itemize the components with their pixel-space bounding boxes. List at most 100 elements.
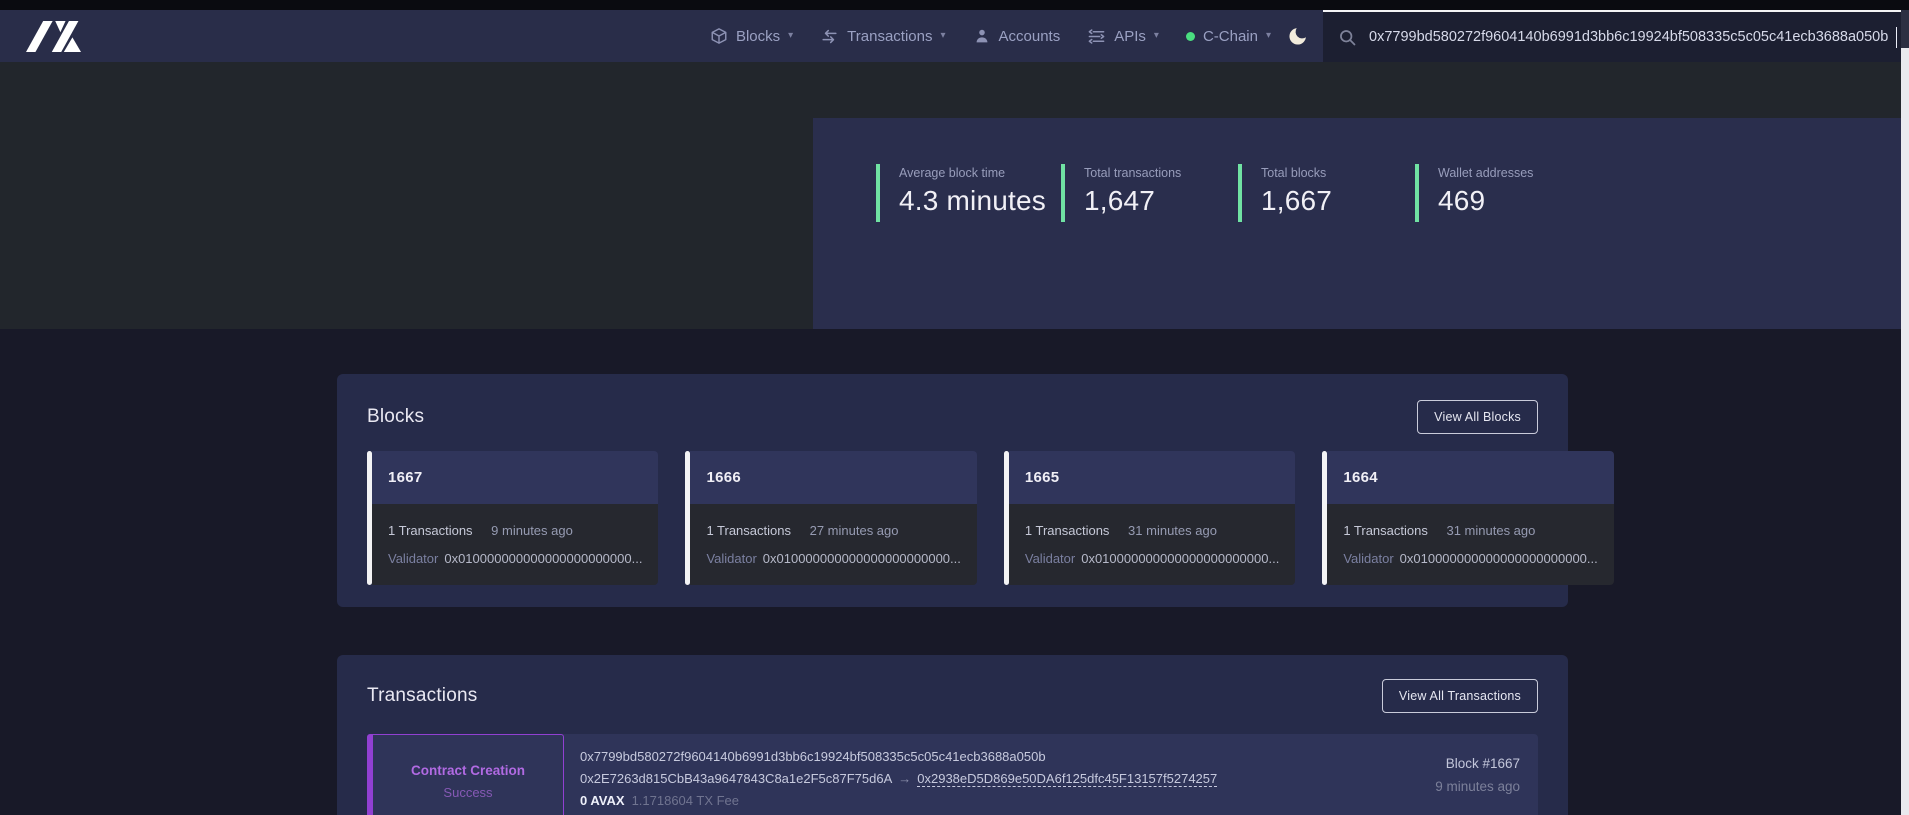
block-number[interactable]: 1664 bbox=[1343, 469, 1378, 486]
transaction-timestamp: 9 minutes ago bbox=[1435, 779, 1520, 794]
nav-item-accounts[interactable]: Accounts bbox=[973, 27, 1061, 45]
navbar: Blocks Transactions Accounts bbox=[0, 10, 1909, 62]
nav-item-transactions[interactable]: Transactions bbox=[820, 27, 945, 46]
chevron-down-icon bbox=[1266, 31, 1271, 41]
block-card[interactable]: 1664 1 Transactions 31 minutes ago Valid… bbox=[1322, 451, 1613, 585]
validator-label: Validator bbox=[388, 551, 438, 566]
scrollbar-thumb[interactable] bbox=[1901, 10, 1909, 48]
scrollbar-track[interactable] bbox=[1901, 10, 1909, 815]
transaction-block-info: Block #1667 9 minutes ago bbox=[1435, 734, 1538, 815]
block-tx-count: 1 Transactions bbox=[388, 523, 473, 538]
nav-item-label: Accounts bbox=[999, 28, 1061, 45]
nav-item-label: Transactions bbox=[847, 28, 932, 45]
cube-icon bbox=[710, 27, 728, 45]
block-card[interactable]: 1667 1 Transactions 9 minutes ago Valida… bbox=[367, 451, 658, 585]
transaction-status-badge: Success bbox=[443, 785, 492, 800]
block-card-body: 1 Transactions 9 minutes ago Validator 0x… bbox=[372, 504, 658, 585]
block-number[interactable]: 1665 bbox=[1025, 469, 1060, 486]
search-input[interactable] bbox=[1369, 29, 1895, 45]
block-card-inner: 1667 1 Transactions 9 minutes ago Valida… bbox=[372, 451, 658, 585]
nav-item-chain-selector[interactable]: C-Chain bbox=[1186, 28, 1271, 45]
search-bar[interactable] bbox=[1323, 10, 1909, 62]
stat-value: 469 bbox=[1438, 185, 1533, 217]
avalanche-logo bbox=[26, 20, 81, 53]
network-stats-panel: Average block time 4.3 minutes Total tra… bbox=[813, 118, 1909, 329]
validator-label: Validator bbox=[706, 551, 756, 566]
block-tx-count: 1 Transactions bbox=[1343, 523, 1428, 538]
view-all-blocks-button[interactable]: View All Blocks bbox=[1417, 400, 1538, 434]
to-address-link[interactable]: 0x2938eD5D869e50DA6f125dfc45F13157f52742… bbox=[917, 771, 1217, 786]
block-link[interactable]: Block #1667 bbox=[1435, 756, 1520, 771]
block-card-body: 1 Transactions 27 minutes ago Validator 0… bbox=[690, 504, 976, 585]
validator-address[interactable]: 0x010000000000000000000000... bbox=[1081, 551, 1279, 566]
block-card-header: 1666 bbox=[690, 451, 976, 504]
block-timestamp: 9 minutes ago bbox=[491, 523, 573, 538]
chain-status-dot bbox=[1186, 32, 1195, 41]
block-card-header: 1664 bbox=[1327, 451, 1613, 504]
block-validator-line: Validator 0x010000000000000000000000... bbox=[706, 551, 960, 566]
top-strip bbox=[0, 0, 1909, 10]
validator-address[interactable]: 0x010000000000000000000000... bbox=[763, 551, 961, 566]
block-card-header: 1665 bbox=[1009, 451, 1295, 504]
chevron-down-icon bbox=[1154, 31, 1159, 41]
transaction-addresses-line: 0x2E7263d815CbB43a9647843C8a1e2F5c87F75d… bbox=[580, 771, 1217, 787]
block-validator-line: Validator 0x010000000000000000000000... bbox=[1343, 551, 1597, 566]
stat-value: 1,667 bbox=[1261, 185, 1332, 217]
block-card[interactable]: 1666 1 Transactions 27 minutes ago Valid… bbox=[685, 451, 976, 585]
transaction-fee: 1.1718604 TX Fee bbox=[632, 793, 739, 808]
person-icon bbox=[973, 27, 991, 45]
hero-section: Average block time 4.3 minutes Total tra… bbox=[0, 62, 1909, 329]
validator-address[interactable]: 0x010000000000000000000000... bbox=[1400, 551, 1598, 566]
nav-item-apis[interactable]: APIs bbox=[1087, 27, 1159, 46]
validator-label: Validator bbox=[1025, 551, 1075, 566]
validator-address[interactable]: 0x010000000000000000000000... bbox=[444, 551, 642, 566]
transaction-row[interactable]: Contract Creation Success 0x7799bd580272… bbox=[367, 734, 1538, 815]
nav-item-label: C-Chain bbox=[1203, 28, 1258, 45]
block-tx-count: 1 Transactions bbox=[1025, 523, 1110, 538]
api-lines-icon bbox=[1087, 27, 1106, 46]
block-validator-line: Validator 0x010000000000000000000000... bbox=[388, 551, 642, 566]
transaction-hash-link[interactable]: 0x7799bd580272f9604140b6991d3bb6c19924bf… bbox=[580, 749, 1046, 764]
block-card-body: 1 Transactions 31 minutes ago Validator 0… bbox=[1009, 504, 1295, 585]
transaction-value: 0 AVAX bbox=[580, 793, 625, 808]
view-all-transactions-button[interactable]: View All Transactions bbox=[1382, 679, 1538, 713]
transaction-value-line: 0 AVAX 1.1718604 TX Fee bbox=[580, 793, 1217, 809]
block-card-inner: 1664 1 Transactions 31 minutes ago Valid… bbox=[1327, 451, 1613, 585]
stat-total-blocks: Total blocks 1,667 bbox=[1238, 164, 1332, 222]
stat-total-transactions: Total transactions 1,647 bbox=[1061, 164, 1181, 222]
block-timestamp: 31 minutes ago bbox=[1446, 523, 1535, 538]
arrow-right-icon: → bbox=[898, 771, 911, 786]
stat-value: 1,647 bbox=[1084, 185, 1181, 217]
nav-item-label: APIs bbox=[1114, 28, 1146, 45]
chevron-down-icon bbox=[788, 31, 793, 41]
block-tx-line: 1 Transactions 31 minutes ago bbox=[1025, 523, 1279, 538]
stat-wallet-addresses: Wallet addresses 469 bbox=[1415, 164, 1533, 222]
theme-toggle-button[interactable] bbox=[1287, 25, 1309, 47]
blocks-section-title: Blocks bbox=[367, 406, 424, 428]
from-address-link[interactable]: 0x2E7263d815CbB43a9647843C8a1e2F5c87F75d… bbox=[580, 771, 892, 786]
moon-icon bbox=[1287, 25, 1309, 47]
nav-menu: Blocks Transactions Accounts bbox=[710, 27, 1271, 46]
stat-label: Total transactions bbox=[1084, 166, 1181, 180]
block-tx-line: 1 Transactions 9 minutes ago bbox=[388, 523, 642, 538]
nav-item-blocks[interactable]: Blocks bbox=[710, 27, 793, 45]
transactions-section-title: Transactions bbox=[367, 685, 477, 707]
validator-label: Validator bbox=[1343, 551, 1393, 566]
blocks-section: Blocks View All Blocks 1667 1 Transactio… bbox=[337, 374, 1568, 607]
stat-label: Average block time bbox=[899, 166, 1046, 180]
transfer-arrows-icon bbox=[820, 27, 839, 46]
block-card[interactable]: 1665 1 Transactions 31 minutes ago Valid… bbox=[1004, 451, 1295, 585]
block-tx-count: 1 Transactions bbox=[706, 523, 791, 538]
transactions-section: Transactions View All Transactions Contr… bbox=[337, 655, 1568, 815]
brand-logo-link[interactable] bbox=[26, 20, 81, 53]
search-icon bbox=[1337, 27, 1358, 48]
block-number[interactable]: 1666 bbox=[706, 469, 741, 486]
block-validator-line: Validator 0x010000000000000000000000... bbox=[1025, 551, 1279, 566]
block-cards-row: 1667 1 Transactions 9 minutes ago Valida… bbox=[367, 451, 1538, 585]
stat-label: Total blocks bbox=[1261, 166, 1332, 180]
transaction-hash-line: 0x7799bd580272f9604140b6991d3bb6c19924bf… bbox=[580, 749, 1217, 765]
block-card-header: 1667 bbox=[372, 451, 658, 504]
block-number[interactable]: 1667 bbox=[388, 469, 423, 486]
block-timestamp: 27 minutes ago bbox=[810, 523, 899, 538]
nav-item-label: Blocks bbox=[736, 28, 780, 45]
